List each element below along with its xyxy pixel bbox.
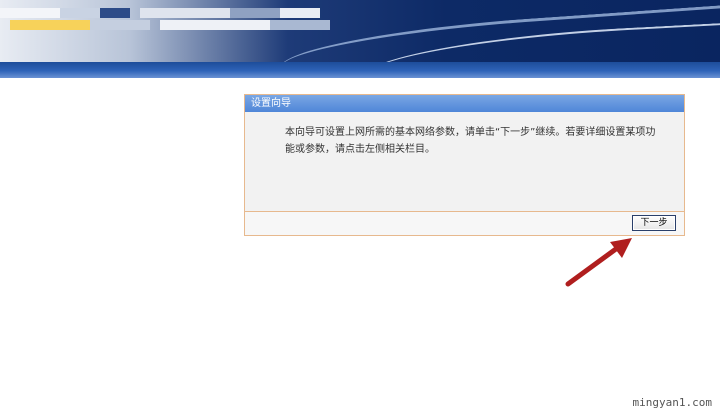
- setup-wizard-panel: 设置向导 本向导可设置上网所需的基本网络参数，请单击“下一步”继续。若要详细设置…: [244, 94, 685, 236]
- wizard-title: 设置向导: [245, 95, 684, 112]
- watermark-text: mingyan1.com: [632, 396, 712, 409]
- banner-pixel: [230, 8, 280, 18]
- wizard-description: 本向导可设置上网所需的基本网络参数，请单击“下一步”继续。若要详细设置某项功能或…: [285, 127, 656, 155]
- banner-pixel: [270, 20, 330, 30]
- banner-pixel: [10, 20, 90, 30]
- banner-pixel: [140, 8, 230, 18]
- header-band: [0, 62, 720, 78]
- banner-pixel: [60, 8, 100, 18]
- banner-pixel: [280, 8, 320, 18]
- wizard-body: 本向导可设置上网所需的基本网络参数，请单击“下一步”继续。若要详细设置某项功能或…: [245, 112, 684, 212]
- banner-pixel: [160, 20, 270, 30]
- banner-pixel: [100, 8, 130, 18]
- banner-pixel: [90, 20, 150, 30]
- router-admin-page: 设置向导 本向导可设置上网所需的基本网络参数，请单击“下一步”继续。若要详细设置…: [0, 0, 720, 413]
- red-arrow-icon: [565, 238, 632, 287]
- banner-pixel: [0, 8, 60, 18]
- header-banner: [0, 0, 720, 62]
- next-step-button[interactable]: 下一步: [632, 215, 676, 231]
